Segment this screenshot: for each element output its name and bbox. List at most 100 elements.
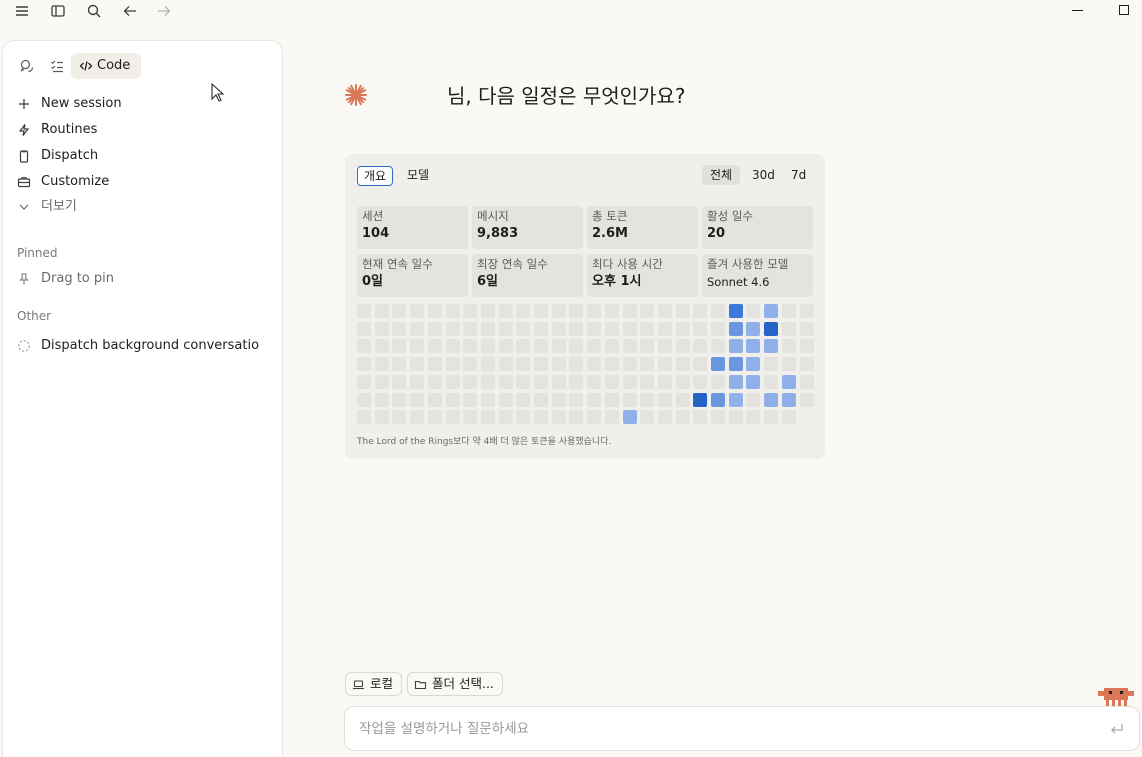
heatmap-cell bbox=[729, 357, 743, 371]
select-folder-button[interactable]: 폴더 선택... bbox=[407, 672, 503, 696]
phone-icon bbox=[17, 149, 31, 163]
heatmap-cell bbox=[693, 357, 707, 371]
heatmap-cell bbox=[640, 375, 654, 389]
prompt-input[interactable] bbox=[359, 719, 1079, 739]
chevron-down-icon bbox=[17, 200, 31, 214]
range-7d[interactable]: 7d bbox=[783, 165, 814, 185]
routines-link[interactable]: Routines bbox=[17, 119, 97, 141]
heatmap-cell bbox=[587, 393, 601, 407]
forward-arrow-icon[interactable] bbox=[156, 3, 172, 19]
heatmap-cell bbox=[800, 357, 814, 371]
heatmap-cell bbox=[711, 357, 725, 371]
heatmap-cell bbox=[516, 357, 530, 371]
maximize-button[interactable] bbox=[1119, 5, 1129, 15]
enter-icon[interactable] bbox=[1109, 721, 1125, 737]
crab-mascot-icon bbox=[1098, 688, 1134, 706]
heatmap-cell bbox=[587, 375, 601, 389]
heatmap-cell bbox=[605, 375, 619, 389]
pinned-section-label: Pinned bbox=[17, 246, 58, 260]
heatmap-cell bbox=[552, 322, 566, 336]
heatmap-cell bbox=[392, 357, 406, 371]
sidebar-toggle-icon[interactable] bbox=[50, 3, 66, 19]
heatmap-cell bbox=[623, 375, 637, 389]
heatmap-cell bbox=[782, 304, 796, 318]
range-30d[interactable]: 30d bbox=[744, 165, 783, 185]
heatmap-cell bbox=[569, 339, 583, 353]
stat-peak-hour: 최다 사용 시간 오후 1시 bbox=[587, 254, 698, 297]
minimize-button[interactable] bbox=[1072, 10, 1083, 11]
briefcase-icon bbox=[17, 175, 31, 189]
heatmap-cell bbox=[605, 393, 619, 407]
heatmap-cell bbox=[676, 410, 690, 424]
drag-to-pin-hint: Drag to pin bbox=[17, 268, 114, 290]
heatmap-cell bbox=[357, 339, 371, 353]
heatmap-cell bbox=[693, 410, 707, 424]
heatmap-cell bbox=[676, 322, 690, 336]
heatmap-cell bbox=[782, 393, 796, 407]
heatmap-cell bbox=[516, 393, 530, 407]
search-icon[interactable] bbox=[86, 3, 102, 19]
dispatch-link[interactable]: Dispatch bbox=[17, 145, 98, 167]
heatmap-cell bbox=[746, 304, 760, 318]
heatmap-cell bbox=[587, 322, 601, 336]
plus-icon bbox=[17, 97, 31, 111]
heatmap-cell bbox=[410, 375, 424, 389]
stat-longest-streak: 최장 연속 일수 6일 bbox=[472, 254, 583, 297]
range-all[interactable]: 전체 bbox=[702, 165, 741, 185]
heatmap-cell bbox=[640, 393, 654, 407]
heatmap-cell bbox=[711, 393, 725, 407]
local-env-button[interactable]: 로컬 bbox=[345, 672, 403, 696]
menu-icon[interactable] bbox=[14, 3, 30, 19]
session-item[interactable]: Dispatch background conversatio bbox=[17, 335, 259, 357]
heatmap-cell bbox=[463, 393, 477, 407]
heatmap-cell bbox=[658, 393, 672, 407]
tasks-icon[interactable] bbox=[49, 58, 65, 74]
heatmap-cell bbox=[746, 393, 760, 407]
heatmap-cell bbox=[499, 357, 513, 371]
chip-label: 로컬 bbox=[370, 676, 394, 691]
tab-models[interactable]: 모델 bbox=[401, 166, 435, 186]
heatmap-cell bbox=[410, 357, 424, 371]
heatmap-cell bbox=[658, 375, 672, 389]
heatmap-cell bbox=[552, 410, 566, 424]
customize-link[interactable]: Customize bbox=[17, 171, 109, 193]
heatmap-cell bbox=[357, 375, 371, 389]
heatmap-cell bbox=[729, 339, 743, 353]
heatmap-cell bbox=[481, 393, 495, 407]
heatmap-cell bbox=[392, 322, 406, 336]
heatmap-cell bbox=[428, 410, 442, 424]
tab-overview[interactable]: 개요 bbox=[357, 166, 394, 186]
nav-label: Customize bbox=[41, 174, 110, 189]
heatmap-cell bbox=[764, 410, 778, 424]
tab-code[interactable]: Code bbox=[71, 53, 141, 79]
heatmap-cell bbox=[693, 375, 707, 389]
sidebar: Code New session Routines Dispatch Custo… bbox=[2, 40, 283, 757]
heatmap-cell bbox=[392, 393, 406, 407]
heatmap-cell bbox=[569, 357, 583, 371]
heatmap-cell bbox=[676, 375, 690, 389]
heatmap-cell bbox=[676, 393, 690, 407]
new-session-button[interactable]: New session bbox=[17, 93, 122, 115]
heatmap-cell bbox=[463, 322, 477, 336]
nav-label: Drag to pin bbox=[41, 271, 114, 286]
heatmap-cell bbox=[499, 339, 513, 353]
heatmap-cell bbox=[782, 410, 796, 424]
heatmap-cell bbox=[693, 322, 707, 336]
heatmap-cell bbox=[746, 375, 760, 389]
heatmap-cell bbox=[428, 357, 442, 371]
code-icon bbox=[79, 59, 93, 73]
heatmap-cell bbox=[800, 393, 814, 407]
heatmap-cell bbox=[693, 339, 707, 353]
heatmap-cell bbox=[357, 393, 371, 407]
heatmap-cell bbox=[746, 357, 760, 371]
back-arrow-icon[interactable] bbox=[122, 3, 138, 19]
heatmap-cell bbox=[357, 357, 371, 371]
chat-icon[interactable] bbox=[19, 58, 35, 74]
more-toggle[interactable]: 더보기 bbox=[17, 196, 77, 218]
heatmap-cell bbox=[800, 304, 814, 318]
heatmap-cell bbox=[410, 393, 424, 407]
heatmap-cell bbox=[729, 322, 743, 336]
stat-label: 메시지 bbox=[477, 209, 509, 223]
heatmap-cell bbox=[552, 304, 566, 318]
heatmap-cell bbox=[392, 304, 406, 318]
